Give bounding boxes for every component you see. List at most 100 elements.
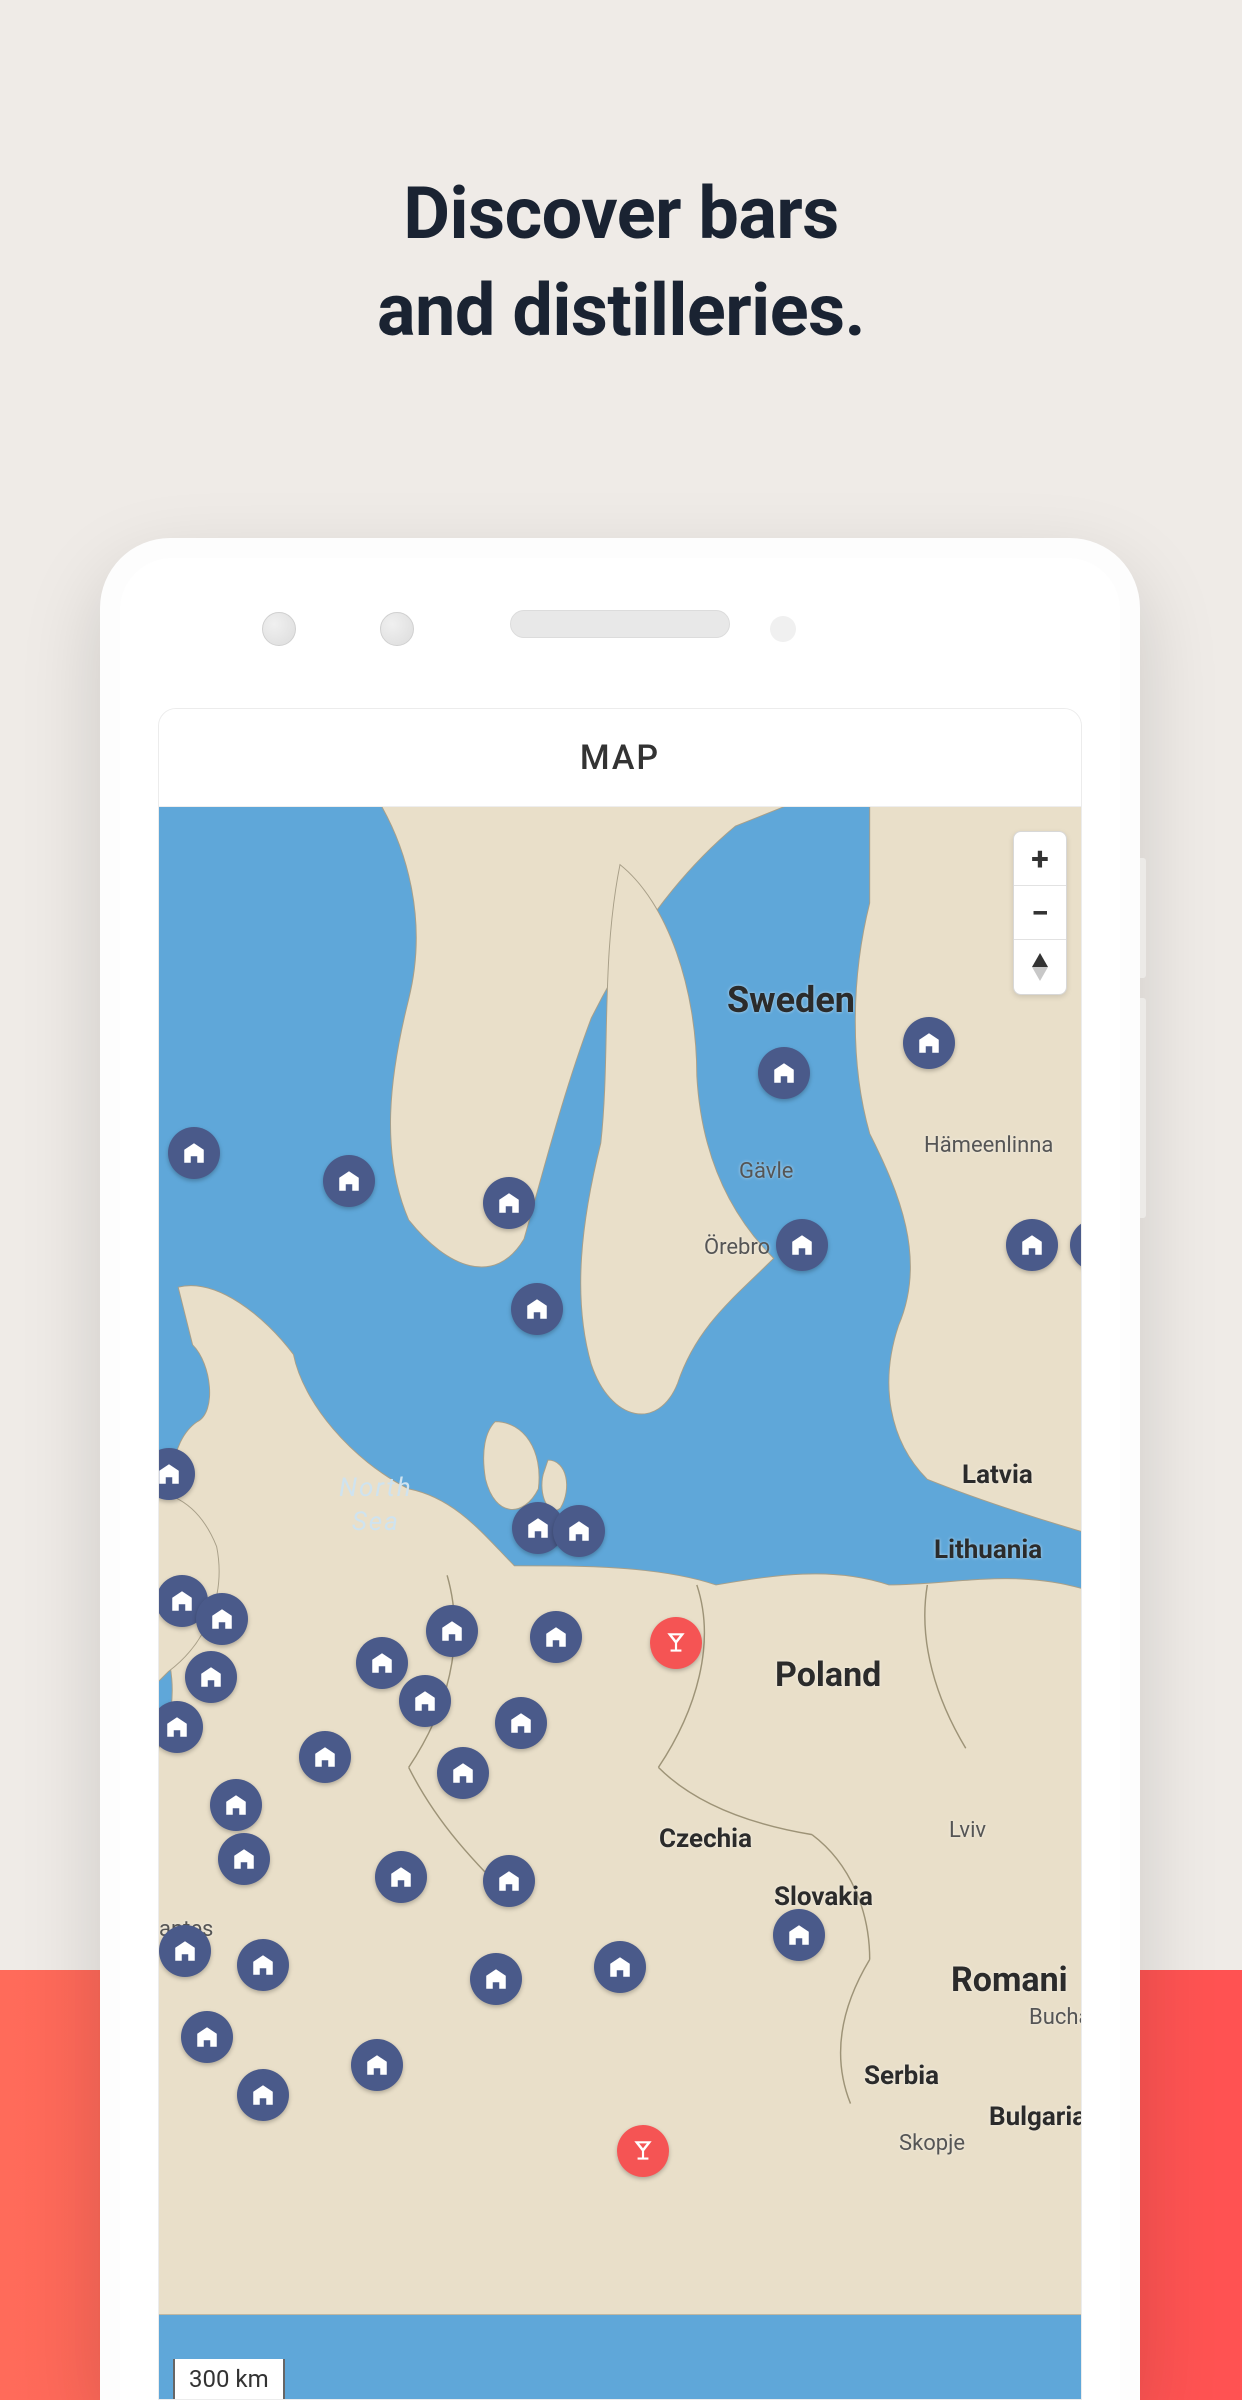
bar-marker[interactable] [617, 2125, 669, 2177]
country-label: Czechia [659, 1824, 752, 1854]
distillery-marker[interactable] [511, 1283, 563, 1335]
distillery-marker[interactable] [299, 1731, 351, 1783]
country-label: Poland [775, 1655, 881, 1695]
phone-screen: MAP [158, 708, 1082, 2400]
building-icon [231, 1846, 257, 1872]
building-icon [336, 1168, 362, 1194]
country-label: Serbia [864, 2061, 939, 2091]
city-label: Gävle [739, 1159, 793, 1184]
building-icon [916, 1030, 942, 1056]
building-icon [543, 1624, 569, 1650]
distillery-marker[interactable] [553, 1505, 605, 1557]
building-icon [181, 1140, 207, 1166]
country-label: Latvia [962, 1460, 1033, 1490]
building-icon [607, 1954, 633, 1980]
headline-line-2: and distilleries. [0, 262, 1242, 359]
city-label: Hämeenlinna [924, 1133, 1053, 1158]
distillery-marker[interactable] [168, 1127, 220, 1179]
building-icon [450, 1760, 476, 1786]
building-icon [789, 1232, 815, 1258]
country-label: Sweden [727, 979, 855, 1021]
scale-label: 300 km [189, 2365, 269, 2393]
minus-icon: − [1031, 894, 1049, 932]
distillery-marker[interactable] [495, 1697, 547, 1749]
building-icon [223, 1792, 249, 1818]
country-label: Slovakia [774, 1882, 873, 1912]
country-label: Romani [951, 1960, 1068, 2000]
map-scale: 300 km [173, 2359, 285, 2399]
distillery-marker[interactable] [594, 1941, 646, 1993]
building-icon [508, 1710, 534, 1736]
building-icon [172, 1938, 198, 1964]
distillery-marker[interactable] [426, 1605, 478, 1657]
building-icon [194, 2024, 220, 2050]
distillery-marker[interactable] [218, 1833, 270, 1885]
city-label: Bucha [1029, 2005, 1081, 2030]
distillery-marker[interactable] [903, 1017, 955, 1069]
phone-bezel: MAP [120, 558, 1120, 2400]
distillery-marker[interactable] [483, 1177, 535, 1229]
promo-headline: Discover bars and distilleries. [0, 165, 1242, 359]
building-icon [250, 1952, 276, 1978]
sea-label-north-sea: North Sea [339, 1472, 413, 1540]
distillery-marker[interactable] [776, 1219, 828, 1271]
zoom-in-button[interactable]: + [1014, 832, 1066, 886]
building-icon [312, 1744, 338, 1770]
distillery-marker[interactable] [399, 1675, 451, 1727]
distillery-marker[interactable] [196, 1593, 248, 1645]
phone-speaker [510, 610, 730, 638]
building-icon [369, 1650, 395, 1676]
building-icon [364, 2052, 390, 2078]
building-icon [439, 1618, 465, 1644]
building-icon [496, 1868, 522, 1894]
distillery-marker[interactable] [470, 1953, 522, 2005]
building-icon [786, 1922, 812, 1948]
zoom-out-button[interactable]: − [1014, 886, 1066, 940]
distillery-marker[interactable] [437, 1747, 489, 1799]
distillery-marker[interactable] [351, 2039, 403, 2091]
app-header-title: MAP [580, 738, 660, 778]
headline-line-1: Discover bars [0, 165, 1242, 262]
building-icon [250, 2082, 276, 2108]
building-icon [209, 1606, 235, 1632]
map-view[interactable]: North Sea SwedenLatviaLithuaniaBPolandCz… [159, 807, 1081, 2399]
distillery-marker[interactable] [758, 1047, 810, 1099]
phone-frame: MAP [100, 538, 1140, 2400]
distillery-marker[interactable] [185, 1651, 237, 1703]
phone-volume-rocker [1140, 998, 1146, 1218]
building-icon [483, 1966, 509, 1992]
distillery-marker[interactable] [159, 1925, 211, 1977]
distillery-marker[interactable] [181, 2011, 233, 2063]
city-label: Lviv [949, 1818, 986, 1843]
building-icon [388, 1864, 414, 1890]
compass-button[interactable] [1014, 940, 1066, 994]
distillery-marker[interactable] [237, 2069, 289, 2121]
compass-icon [1030, 953, 1050, 981]
phone-side-button [1140, 858, 1146, 978]
distillery-marker[interactable] [1006, 1219, 1058, 1271]
building-icon [496, 1190, 522, 1216]
cocktail-icon [663, 1630, 689, 1656]
cocktail-icon [630, 2138, 656, 2164]
phone-proximity-icon [770, 616, 796, 642]
map-controls: + − [1013, 831, 1067, 995]
bar-marker[interactable] [650, 1617, 702, 1669]
distillery-marker[interactable] [483, 1855, 535, 1907]
building-icon [164, 1714, 190, 1740]
app-header: MAP [159, 709, 1081, 807]
distillery-marker[interactable] [356, 1637, 408, 1689]
building-icon [524, 1296, 550, 1322]
city-label: Örebro [704, 1235, 770, 1260]
city-label: Skopje [899, 2131, 965, 2156]
plus-icon: + [1031, 840, 1048, 878]
country-label: Lithuania [934, 1535, 1042, 1565]
distillery-marker[interactable] [323, 1155, 375, 1207]
distillery-marker[interactable] [210, 1779, 262, 1831]
building-icon [198, 1664, 224, 1690]
distillery-marker[interactable] [375, 1851, 427, 1903]
phone-sensor-icon [380, 612, 414, 646]
distillery-marker[interactable] [530, 1611, 582, 1663]
distillery-marker[interactable] [773, 1909, 825, 1961]
distillery-marker[interactable] [237, 1939, 289, 1991]
building-icon [1019, 1232, 1045, 1258]
